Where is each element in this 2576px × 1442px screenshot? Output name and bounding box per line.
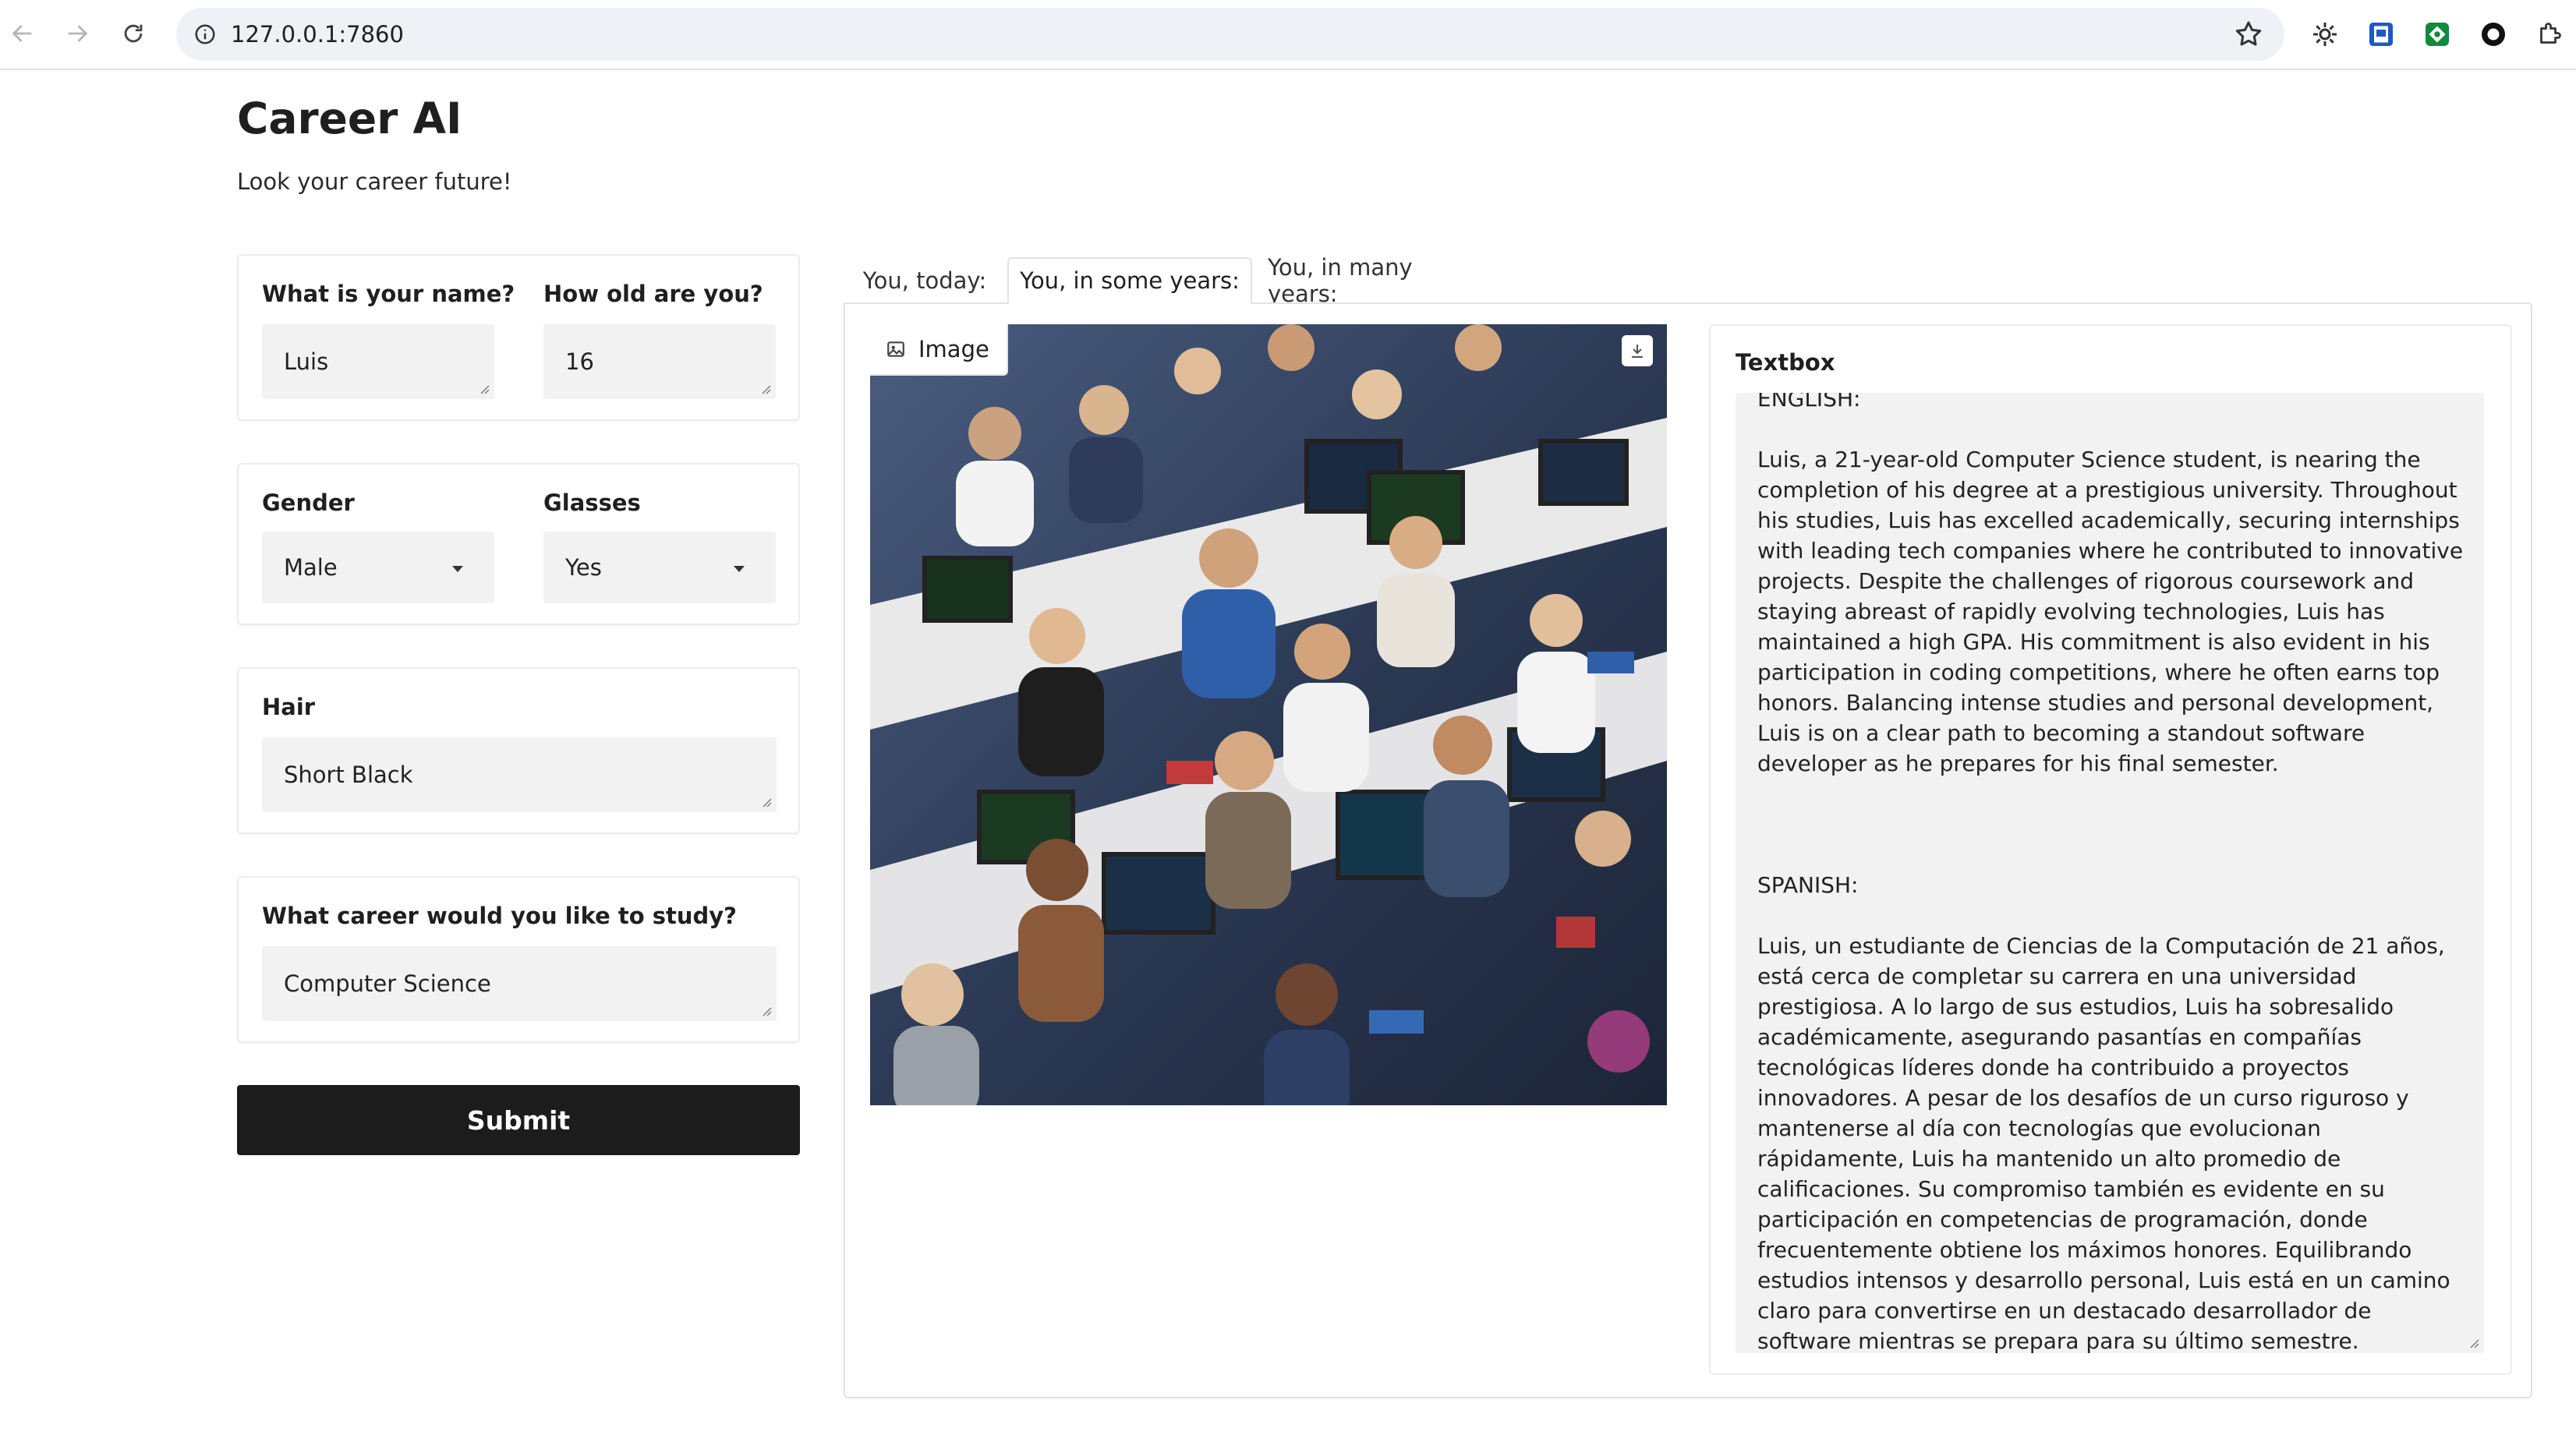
green-extension-icon[interactable] [2420, 17, 2454, 51]
age-field: How old are you? [543, 281, 763, 307]
gear-icon[interactable] [2308, 17, 2342, 51]
gender-dropdown[interactable]: Male [262, 532, 494, 603]
textbox-output-card: Textbox ENGLISH: Luis, a 21-year-old Com… [1709, 324, 2512, 1375]
glasses-value: Yes [565, 554, 602, 581]
resize-handle-icon[interactable] [477, 382, 490, 394]
hair-input[interactable]: Short Black [262, 737, 777, 812]
name-value: Luis [284, 348, 329, 375]
name-label: What is your name? [262, 281, 515, 307]
star-icon[interactable] [2233, 19, 2264, 50]
hair-label: Hair [262, 694, 316, 720]
download-button[interactable] [1622, 335, 1653, 366]
hair-value: Short Black [284, 762, 413, 788]
career-label: What career would you like to study? [262, 903, 737, 929]
classroom-illustration [870, 324, 1667, 1105]
image-label-text: Image [918, 336, 989, 362]
glasses-dropdown[interactable]: Yes [543, 532, 776, 603]
tab-some-years[interactable]: You, in some years: [1007, 257, 1252, 304]
circle-extension-icon[interactable] [2476, 17, 2511, 51]
glasses-label: Glasses [543, 490, 641, 516]
browser-toolbar: 127.0.0.1:7860 [0, 0, 2576, 70]
arrow-right-icon [68, 25, 88, 42]
age-label: How old are you? [543, 281, 763, 307]
career-value: Computer Science [284, 970, 491, 997]
tab-today[interactable]: You, today: [858, 257, 992, 304]
page-subtitle: Look your career future! [237, 168, 512, 195]
hair-card: Hair Short Black [237, 667, 800, 834]
shield-extension-icon[interactable] [2364, 17, 2398, 51]
generated-image: Image [870, 324, 1667, 1105]
tab-many-years[interactable]: You, in many years: [1268, 254, 1488, 307]
age-value: 16 [565, 348, 594, 375]
address-bar[interactable]: 127.0.0.1:7860 [176, 8, 2284, 61]
puzzle-icon[interactable] [2532, 17, 2567, 51]
name-age-card: What is your name? Luis How old are you?… [237, 254, 800, 421]
arrow-left-icon [12, 25, 32, 42]
resize-handle-icon[interactable] [759, 795, 772, 808]
forward-button[interactable] [58, 14, 97, 53]
resize-handle-icon[interactable] [2467, 1336, 2479, 1348]
career-field: What career would you like to study? [262, 903, 737, 929]
back-button[interactable] [3, 14, 42, 53]
resize-handle-icon[interactable] [759, 1004, 772, 1016]
info-icon[interactable] [190, 19, 220, 49]
textbox-output-text: ENGLISH: Luis, a 21-year-old Computer Sc… [1757, 393, 2464, 1353]
submit-button[interactable]: Submit [237, 1085, 800, 1155]
name-input[interactable]: Luis [262, 324, 494, 399]
image-icon [887, 341, 904, 357]
resize-handle-icon[interactable] [759, 382, 771, 394]
page-title: Career AI [237, 94, 462, 143]
gender-value: Male [284, 554, 338, 581]
gender-label: Gender [262, 490, 355, 516]
textbox-output[interactable]: ENGLISH: Luis, a 21-year-old Computer Sc… [1736, 393, 2484, 1353]
caret-down-icon [734, 566, 745, 572]
reload-icon [124, 24, 143, 43]
url-text[interactable]: 127.0.0.1:7860 [231, 8, 404, 61]
download-icon [1632, 345, 1643, 358]
image-label: Image [870, 324, 1008, 376]
career-card: What career would you like to study? Com… [237, 876, 800, 1043]
name-field: What is your name? [262, 281, 515, 307]
textbox-label: Textbox [1736, 349, 1835, 376]
gender-field: Gender [262, 490, 355, 516]
career-input[interactable]: Computer Science [262, 946, 777, 1021]
reload-button[interactable] [114, 14, 153, 53]
caret-down-icon [452, 566, 463, 572]
hair-field: Hair [262, 694, 315, 720]
glasses-field: Glasses [543, 490, 641, 516]
gender-glasses-card: Gender Male Glasses Yes [237, 463, 800, 625]
age-input[interactable]: 16 [543, 324, 776, 399]
